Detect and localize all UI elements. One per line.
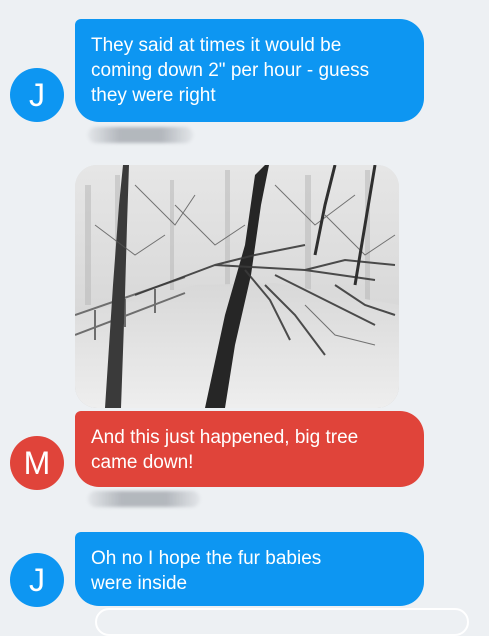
next-message-outline bbox=[95, 608, 469, 636]
redacted-timestamp bbox=[88, 127, 193, 143]
avatar[interactable]: J bbox=[10, 553, 64, 607]
message-bubble[interactable]: And this just happened, big tree came do… bbox=[75, 411, 424, 487]
redacted-timestamp bbox=[88, 491, 200, 507]
message-bubble[interactable]: They said at times it would be coming do… bbox=[75, 19, 424, 122]
message-thread: They said at times it would be coming do… bbox=[0, 0, 489, 636]
avatar[interactable]: M bbox=[10, 436, 64, 490]
photo-icon bbox=[75, 165, 399, 408]
message-bubble[interactable]: Oh no I hope the fur babies were inside bbox=[75, 532, 424, 606]
avatar[interactable]: J bbox=[10, 68, 64, 122]
photo-message[interactable] bbox=[75, 165, 399, 408]
